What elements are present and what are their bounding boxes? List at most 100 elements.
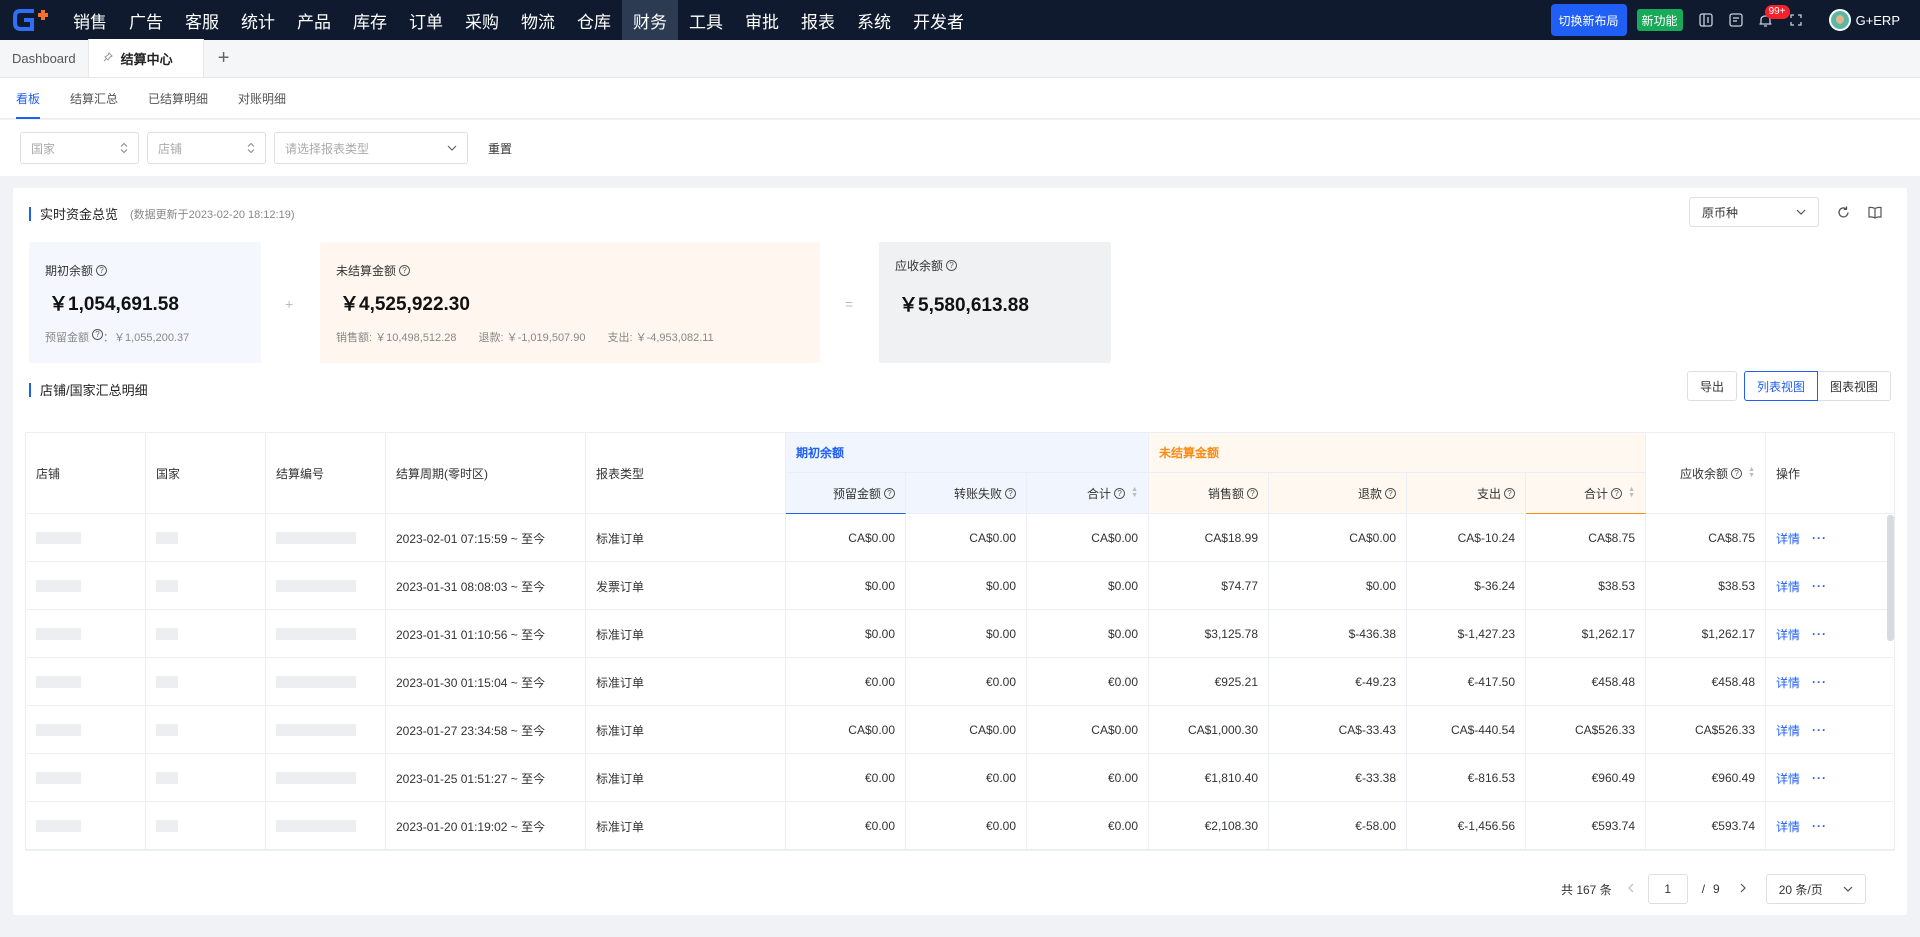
nav-item[interactable]: 系统 [846, 0, 902, 40]
refresh-icon[interactable] [1831, 200, 1855, 224]
tab-dashboard[interactable]: Dashboard [0, 39, 88, 77]
unsettled-amount: ￥4,525,922.30 [340, 294, 470, 315]
sort-icon[interactable]: ▲ ▼ [1628, 486, 1635, 499]
chart-view-button[interactable]: 图表视图 [1818, 371, 1892, 401]
nav-item[interactable]: 销售 [62, 0, 118, 40]
columns-icon[interactable] [1691, 0, 1721, 40]
sub-tab[interactable]: 看板 [16, 78, 41, 119]
page-size-select[interactable]: 20 条/页 [1765, 874, 1866, 904]
detail-title-text: 店铺/国家汇总明细 [40, 383, 148, 398]
nav-item[interactable]: 财务 [622, 0, 678, 40]
sort-icon[interactable]: ▲ ▼ [1748, 466, 1755, 479]
more-icon[interactable]: ··· [1812, 579, 1827, 593]
nav-item[interactable]: 统计 [230, 0, 286, 40]
more-icon[interactable]: ··· [1812, 627, 1827, 641]
nav-item[interactable]: 仓库 [566, 0, 622, 40]
list-view-button[interactable]: 列表视图 [1744, 371, 1819, 401]
help-icon[interactable]: ? [1247, 487, 1258, 499]
nav-item[interactable]: 工具 [678, 0, 734, 40]
detail-link[interactable]: 详情 [1776, 674, 1800, 691]
help-icon[interactable]: ? [884, 487, 895, 499]
export-button[interactable]: 导出 [1687, 371, 1738, 401]
table-cell: €0.00 [1027, 802, 1149, 850]
page-input[interactable]: 1 [1647, 874, 1688, 904]
sub-tab[interactable]: 已结算明细 [148, 78, 208, 119]
add-tab-button[interactable]: + [204, 39, 244, 77]
table-cell [146, 514, 266, 562]
redacted-placeholder [156, 580, 178, 592]
fullscreen-icon[interactable] [1781, 0, 1811, 40]
table-scrollbar[interactable] [1887, 515, 1894, 641]
help-icon[interactable]: ? [1504, 487, 1515, 499]
nav-item[interactable]: 审批 [734, 0, 790, 40]
book-icon[interactable] [1863, 200, 1887, 224]
nav-item[interactable]: 物流 [510, 0, 566, 40]
nav-item[interactable]: 采购 [454, 0, 510, 40]
redacted-placeholder [156, 820, 178, 832]
nav-item[interactable]: 订单 [398, 0, 454, 40]
detail-link[interactable]: 详情 [1776, 626, 1800, 643]
nav-item[interactable]: 客服 [174, 0, 230, 40]
pin-icon[interactable] [103, 51, 113, 65]
more-icon[interactable]: ··· [1812, 771, 1827, 785]
more-icon[interactable]: ··· [1812, 531, 1827, 545]
help-icon[interactable]: ? [1005, 487, 1016, 499]
detail-link[interactable]: 详情 [1776, 722, 1800, 739]
col-store: 店铺 [26, 433, 146, 514]
switch-layout-button[interactable]: 切换新布局 [1550, 4, 1627, 36]
sort-icon[interactable]: ▲ ▼ [1131, 486, 1138, 499]
prev-page-icon[interactable] [1627, 882, 1634, 896]
user-menu[interactable]: G+ERP [1828, 9, 1900, 31]
table-cell: CA$0.00 [906, 514, 1027, 562]
cell-value: $1,262.17 [1701, 627, 1755, 641]
bell-icon[interactable]: 99+ [1751, 0, 1790, 40]
help-icon[interactable]: ? [92, 329, 103, 340]
help-icon[interactable]: ? [1114, 487, 1126, 499]
table-cell [906, 850, 1027, 851]
more-icon[interactable]: ··· [1812, 675, 1827, 689]
table-cell [1027, 850, 1149, 851]
more-icon[interactable]: ··· [1812, 723, 1827, 737]
cell-value: €0.00 [985, 771, 1016, 785]
detail-link[interactable]: 详情 [1776, 818, 1800, 835]
help-icon[interactable]: ? [1385, 487, 1396, 499]
tab-settlement-center[interactable]: 结算中心 [87, 39, 204, 77]
help-icon[interactable]: ? [946, 260, 958, 271]
sub-tab[interactable]: 结算汇总 [70, 78, 118, 119]
store-select[interactable]: 店铺 [147, 132, 266, 164]
report-type-placeholder: 请选择报表类型 [285, 141, 370, 156]
next-page-icon[interactable] [1740, 882, 1746, 896]
table-cell: €960.49 [1646, 754, 1766, 802]
detail-link[interactable]: 详情 [1776, 530, 1800, 547]
nav-item[interactable]: 库存 [342, 0, 398, 40]
report-type-select[interactable]: 请选择报表类型 [274, 132, 468, 164]
col-unsettled-total: 合计? ▲ ▼ [1526, 473, 1646, 514]
help-icon[interactable]: ? [399, 265, 411, 276]
currency-select[interactable]: 原币种 [1689, 197, 1819, 227]
table-cell [26, 610, 146, 658]
detail-link[interactable]: 详情 [1776, 578, 1800, 595]
new-feature-button[interactable]: 新功能 [1636, 9, 1683, 31]
table-cell [146, 754, 266, 802]
more-icon[interactable]: ··· [1812, 819, 1827, 833]
logo[interactable] [0, 0, 62, 40]
help-icon[interactable]: ? [1731, 467, 1743, 479]
table-cell: CA$0.00 [906, 706, 1027, 754]
detail-link[interactable]: 详情 [1776, 770, 1800, 787]
nav-item[interactable]: 广告 [118, 0, 174, 40]
document-icon[interactable] [1721, 0, 1751, 40]
table-cell: CA$8.75 [1526, 514, 1646, 562]
nav-item[interactable]: 报表 [790, 0, 846, 40]
table-cell: €-33.38 [1269, 754, 1407, 802]
user-name: G+ERP [1855, 12, 1900, 28]
redacted-placeholder [36, 580, 81, 592]
sub-tab[interactable]: 对账明细 [238, 78, 286, 119]
table-cell: €-816.53 [1407, 754, 1526, 802]
reset-button[interactable]: 重置 [488, 140, 512, 157]
nav-item[interactable]: 产品 [286, 0, 342, 40]
country-select[interactable]: 国家 [20, 132, 139, 164]
nav-item[interactable]: 开发者 [902, 0, 975, 40]
help-icon[interactable]: ? [1611, 487, 1623, 499]
table-cell [1149, 850, 1269, 851]
help-icon[interactable]: ? [96, 265, 108, 276]
